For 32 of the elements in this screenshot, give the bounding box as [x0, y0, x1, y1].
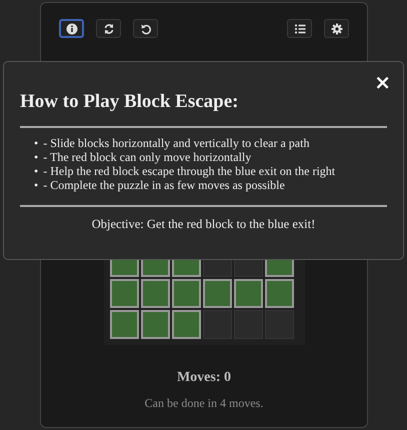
bullet: • — [34, 164, 38, 178]
block-tile[interactable] — [202, 279, 232, 308]
hint-text: Can be done in 4 moves. — [144, 395, 264, 412]
moves-counter: Moves: 0 — [176, 369, 232, 387]
rule-item: - Help the red block escape through the blue exit on the right — [43, 164, 336, 178]
refresh-button[interactable] — [96, 19, 121, 38]
info-button[interactable] — [59, 19, 84, 38]
bullet: • — [34, 150, 38, 164]
gear-icon — [330, 22, 342, 34]
block-tile[interactable] — [172, 279, 200, 308]
info-icon — [66, 22, 78, 34]
rule-item: - The red block can only move horizontally — [43, 150, 252, 164]
modal-title: How to Play Block Escape: — [20, 92, 240, 113]
bullet: • — [34, 136, 38, 150]
block-tile[interactable] — [140, 279, 170, 308]
block-tile[interactable] — [140, 310, 170, 339]
refresh-icon — [102, 22, 114, 34]
list-icon — [294, 22, 306, 34]
undo-icon — [140, 22, 152, 34]
objective-text: Objective: Get the red block to the blue exit! — [90, 216, 316, 233]
rule-item: - Complete the puzzle in as few moves as possible — [43, 178, 285, 192]
block-tile[interactable] — [110, 310, 138, 339]
block-tile[interactable] — [172, 310, 200, 339]
close-button[interactable]: × — [372, 72, 393, 92]
block-tile[interactable] — [110, 279, 138, 308]
block-tile[interactable] — [234, 279, 262, 308]
list-button[interactable] — [287, 19, 312, 38]
rule-item: - Slide blocks horizontally and vertically to clear a path — [43, 136, 310, 150]
block-tile[interactable] — [264, 279, 294, 308]
undo-button[interactable] — [133, 19, 158, 38]
settings-button[interactable] — [324, 19, 349, 38]
bullet: • — [34, 178, 38, 192]
